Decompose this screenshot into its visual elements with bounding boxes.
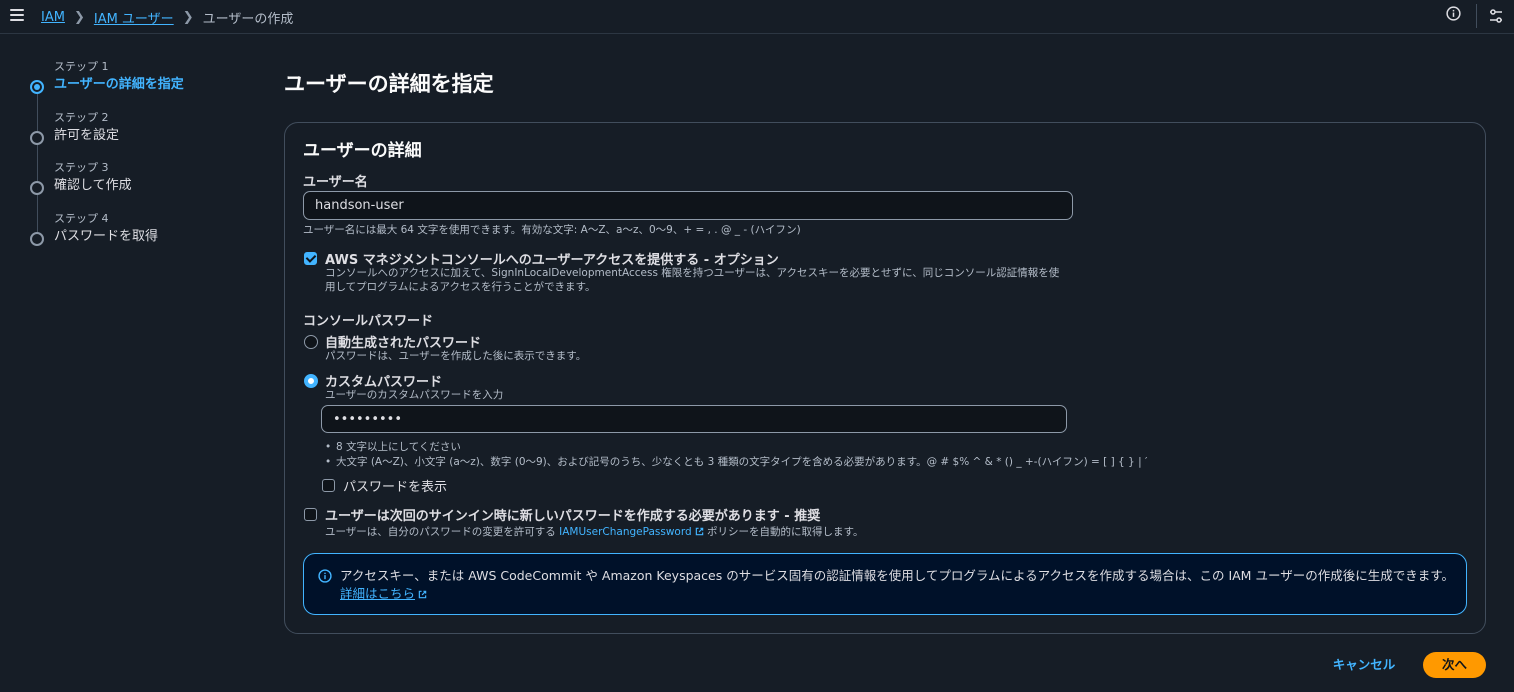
console-access-desc-line1: コンソールへのアクセスに加えて、SignInLocalDevelopmentAc…	[325, 267, 1060, 279]
top-navigation-bar: IAM ❯ IAM ユーザー ❯ ユーザーの作成	[0, 0, 1514, 34]
require-reset-desc: ユーザーは、自分のパスワードの変更を許可する IAMUserChangePass…	[325, 525, 863, 540]
info-icon[interactable]	[1446, 6, 1461, 21]
step-indicator-icon	[30, 130, 44, 145]
password-rule: 大文字 (A〜Z)、小文字 (a〜z)、数字 (0〜9)、および記号のうち、少な…	[323, 455, 1147, 470]
next-button[interactable]: 次へ	[1423, 652, 1486, 678]
step-connector	[36, 110, 38, 131]
password-rule: 8 文字以上にしてください	[323, 440, 1147, 455]
external-link-icon	[695, 527, 703, 536]
external-link-icon	[418, 590, 427, 599]
console-access-desc-line2: 用してプログラムによるアクセスを行うことができます。	[325, 281, 596, 293]
page-title: ユーザーの詳細を指定	[284, 72, 494, 96]
show-password-checkbox[interactable]	[322, 479, 335, 492]
step-3: ステップ 3 確認して作成	[30, 161, 260, 212]
divider	[1476, 4, 1477, 28]
step-label: 確認して作成	[54, 178, 132, 193]
username-hint: ユーザー名には最大 64 文字を使用できます。有効な文字: A〜Z、a〜z、0〜…	[303, 224, 801, 236]
console-password-label: コンソールパスワード	[303, 314, 434, 329]
step-1[interactable]: ステップ 1 ユーザーの詳細を指定	[30, 60, 260, 111]
breadcrumb-iam-users[interactable]: IAM ユーザー	[94, 8, 174, 27]
username-input[interactable]: handson-user	[303, 191, 1073, 220]
breadcrumb-chevron-icon: ❯	[73, 10, 85, 25]
custom-password-radio[interactable]	[304, 374, 318, 388]
step-number: ステップ 3	[54, 161, 109, 174]
step-connector	[36, 144, 38, 162]
breadcrumb-create-user: ユーザーの作成	[202, 12, 294, 27]
user-details-panel: ユーザーの詳細 ユーザー名 handson-user ユーザー名には最大 64 …	[284, 122, 1486, 634]
require-reset-desc-suffix: ポリシーを自動的に取得します。	[707, 526, 864, 538]
cancel-button[interactable]: キャンセル	[1326, 654, 1402, 676]
step-label: 許可を設定	[54, 127, 120, 143]
breadcrumb-chevron-icon: ❯	[182, 10, 194, 25]
hamburger-menu-icon[interactable]	[10, 9, 24, 21]
custom-password-input[interactable]: •••••••••	[321, 405, 1067, 433]
require-reset-desc-prefix: ユーザーは、自分のパスワードの変更を許可する	[325, 526, 556, 538]
auto-password-desc: パスワードは、ユーザーを作成した後に表示できます。	[325, 350, 587, 362]
step-indicator-icon	[30, 231, 44, 246]
step-label: パスワードを取得	[54, 228, 159, 244]
step-indicator-icon	[30, 181, 44, 195]
panel-title: ユーザーの詳細	[303, 141, 422, 161]
step-indicator-active-icon	[30, 80, 44, 94]
info-alert-text: アクセスキー、または AWS CodeCommit や Amazon Keysp…	[340, 568, 1454, 583]
step-connector	[36, 195, 38, 212]
info-icon	[318, 569, 332, 583]
step-label[interactable]: ユーザーの詳細を指定	[54, 76, 260, 94]
iam-user-change-password-link-text[interactable]: IAMUserChangePassword	[559, 526, 692, 538]
wizard-steps: ステップ 1 ユーザーの詳細を指定 ステップ 2 許可を設定 ステップ 3 確認…	[30, 60, 260, 262]
info-alert: アクセスキー、または AWS CodeCommit や Amazon Keysp…	[303, 553, 1467, 615]
breadcrumb: IAM ❯ IAM ユーザー ❯ ユーザーの作成	[41, 8, 293, 27]
step-number: ステップ 4	[54, 211, 109, 225]
step-number: ステップ 1	[54, 60, 109, 73]
step-number: ステップ 2	[54, 110, 109, 124]
username-label: ユーザー名	[303, 175, 368, 190]
console-access-checkbox[interactable]	[304, 252, 317, 265]
learn-more-link-text[interactable]: 詳細はこちら	[340, 586, 415, 601]
step-connector	[36, 211, 38, 232]
step-2: ステップ 2 許可を設定	[30, 110, 260, 162]
show-password-label[interactable]: パスワードを表示	[343, 476, 447, 495]
iam-user-change-password-link[interactable]: IAMUserChangePassword	[559, 526, 704, 538]
settings-sliders-icon[interactable]	[1489, 9, 1503, 23]
password-rules-list: 8 文字以上にしてください 大文字 (A〜Z)、小文字 (a〜z)、数字 (0〜…	[323, 440, 1147, 470]
breadcrumb-iam[interactable]: IAM	[41, 10, 65, 25]
step-4: ステップ 4 パスワードを取得	[30, 211, 260, 263]
require-reset-checkbox[interactable]	[304, 508, 317, 521]
step-connector	[36, 161, 38, 181]
custom-password-desc: ユーザーのカスタムパスワードを入力	[325, 389, 504, 401]
step-connector	[36, 94, 38, 111]
auto-password-radio[interactable]	[304, 335, 318, 349]
learn-more-link[interactable]: 詳細はこちら	[340, 585, 427, 603]
require-reset-label[interactable]: ユーザーは次回のサインイン時に新しいパスワードを作成する必要があります - 推奨	[325, 505, 820, 524]
